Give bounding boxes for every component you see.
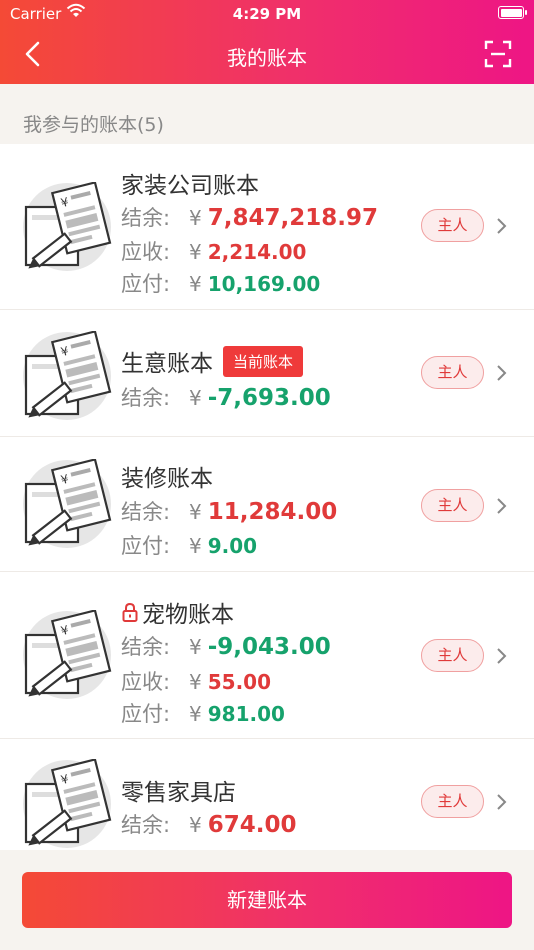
balance-value: -7,693.00: [207, 385, 331, 411]
currency-symbol: ¥: [189, 670, 202, 694]
balance-label: 结余:: [121, 813, 171, 837]
chevron-right-icon: [497, 794, 507, 810]
book-name: 零售家具店: [121, 780, 236, 806]
owner-badge: 主人: [421, 639, 484, 672]
balance-value: 7,847,218.97: [207, 205, 378, 231]
book-name-row: 零售家具店: [121, 773, 236, 807]
currency-symbol: ¥: [189, 240, 202, 264]
balance-label: 结余:: [121, 500, 171, 524]
balance-label: 结余:: [121, 635, 171, 659]
book-list: 家装公司账本 结余: ¥ 7,847,218.97 应收: ¥ 2,214.00…: [0, 144, 534, 850]
currency-symbol: ¥: [189, 206, 202, 230]
battery-icon: [498, 6, 527, 19]
ledger-book-icon: [22, 182, 112, 272]
balance-label: 结余:: [121, 386, 171, 410]
payable-line: 应付: ¥ 9.00: [121, 530, 257, 560]
chevron-right-icon: [497, 218, 507, 234]
book-card[interactable]: 装修账本 结余: ¥ 11,284.00 应付: ¥ 9.00 主人: [0, 437, 534, 572]
payable-value: 9.00: [207, 534, 258, 558]
bottom-bar: 新建账本: [0, 850, 534, 950]
owner-badge: 主人: [421, 785, 484, 818]
book-name: 装修账本: [121, 466, 213, 492]
balance-value: -9,043.00: [207, 634, 331, 660]
payable-value: 10,169.00: [207, 272, 321, 296]
balance-value: 11,284.00: [207, 499, 338, 525]
receivable-line: 应收: ¥ 55.00: [121, 666, 271, 696]
book-name-row: 宠物账本: [121, 595, 234, 629]
payable-line: 应付: ¥ 10,169.00: [121, 268, 320, 298]
payable-label: 应付:: [121, 534, 171, 558]
book-card[interactable]: 家装公司账本 结余: ¥ 7,847,218.97 应收: ¥ 2,214.00…: [0, 144, 534, 310]
book-card[interactable]: 生意账本 当前账本 结余: ¥ -7,693.00 主人: [0, 310, 534, 437]
chevron-right-icon: [497, 498, 507, 514]
currency-symbol: ¥: [189, 813, 202, 837]
book-name: 宠物账本: [142, 602, 234, 628]
owner-badge: 主人: [421, 209, 484, 242]
book-name: 生意账本: [121, 351, 213, 377]
currency-symbol: ¥: [189, 534, 202, 558]
currency-symbol: ¥: [189, 500, 202, 524]
balance-line: 结余: ¥ 11,284.00: [121, 496, 337, 526]
balance-line: 结余: ¥ 7,847,218.97: [121, 202, 378, 232]
balance-line: 结余: ¥ -7,693.00: [121, 382, 331, 412]
payable-label: 应付:: [121, 702, 171, 726]
app-header: Carrier 4:29 PM 我的账本: [0, 0, 534, 84]
book-name-row: 装修账本: [121, 459, 213, 493]
current-book-badge: 当前账本: [223, 345, 304, 377]
ledger-book-icon: [22, 331, 112, 421]
currency-symbol: ¥: [189, 635, 202, 659]
receivable-line: 应收: ¥ 2,214.00: [121, 236, 306, 266]
book-card[interactable]: 宠物账本 结余: ¥ -9,043.00 应收: ¥ 55.00 应付: ¥ 9…: [0, 572, 534, 739]
ledger-book-icon: [22, 459, 112, 549]
scan-icon[interactable]: [484, 40, 512, 68]
payable-value: 981.00: [207, 702, 285, 726]
payable-label: 应付:: [121, 272, 171, 296]
book-name-row: 家装公司账本: [121, 166, 259, 200]
ledger-book-icon: [22, 759, 112, 849]
chevron-right-icon: [497, 365, 507, 381]
payable-line: 应付: ¥ 981.00: [121, 698, 285, 728]
new-book-button[interactable]: 新建账本: [22, 872, 512, 928]
currency-symbol: ¥: [189, 386, 202, 410]
ledger-book-icon: [22, 610, 112, 700]
receivable-value: 2,214.00: [207, 240, 307, 264]
balance-value: 674.00: [207, 812, 297, 838]
lock-icon: [122, 602, 138, 622]
currency-symbol: ¥: [189, 702, 202, 726]
receivable-label: 应收:: [121, 670, 171, 694]
receivable-value: 55.00: [207, 670, 271, 694]
owner-badge: 主人: [421, 489, 484, 522]
balance-label: 结余:: [121, 206, 171, 230]
currency-symbol: ¥: [189, 272, 202, 296]
receivable-label: 应收:: [121, 240, 171, 264]
balance-line: 结余: ¥ -9,043.00: [121, 631, 331, 661]
book-name: 家装公司账本: [121, 173, 259, 199]
clock: 4:29 PM: [232, 5, 302, 23]
section-title: 我参与的账本(5): [23, 114, 164, 136]
book-name-row: 生意账本 当前账本: [121, 344, 304, 378]
balance-line: 结余: ¥ 674.00: [121, 809, 297, 839]
owner-badge: 主人: [421, 356, 484, 389]
status-bar: Carrier 4:29 PM: [0, 0, 534, 30]
chevron-right-icon: [497, 648, 507, 664]
page-title: 我的账本: [227, 46, 307, 70]
